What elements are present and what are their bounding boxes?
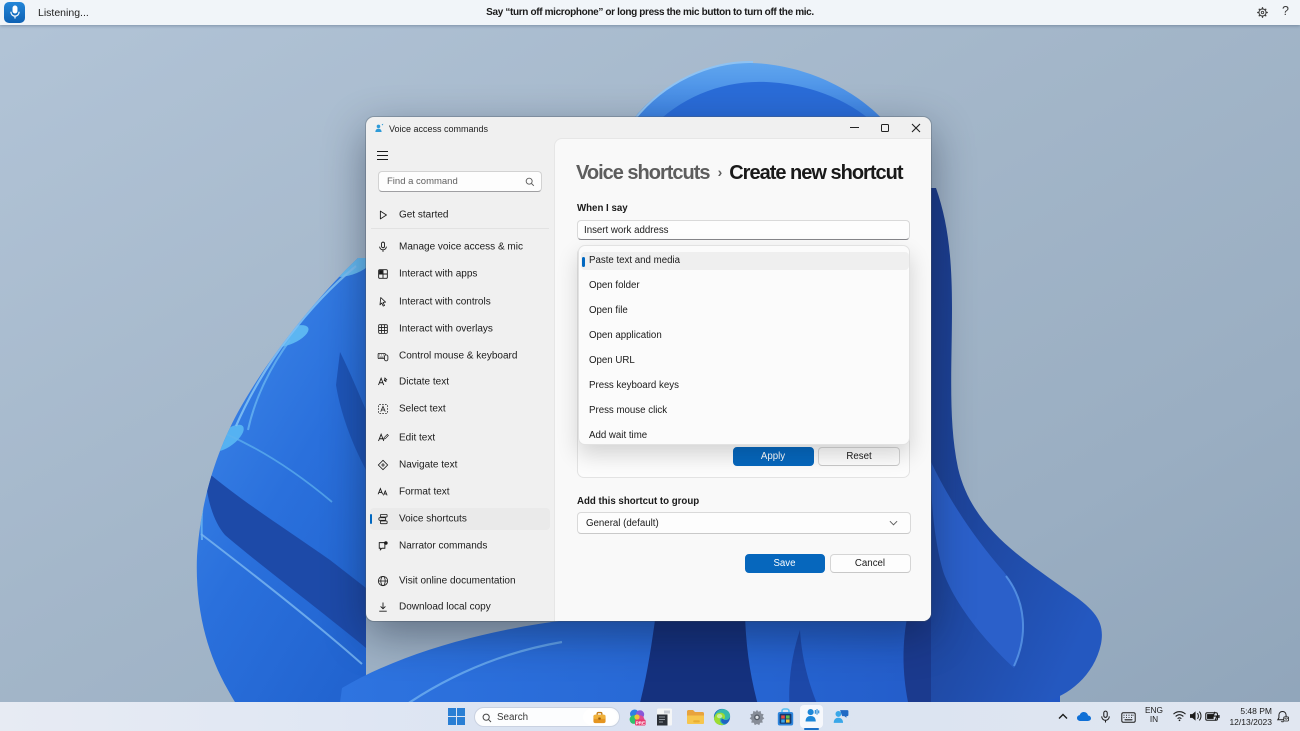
svg-text:PRE: PRE bbox=[636, 720, 645, 725]
